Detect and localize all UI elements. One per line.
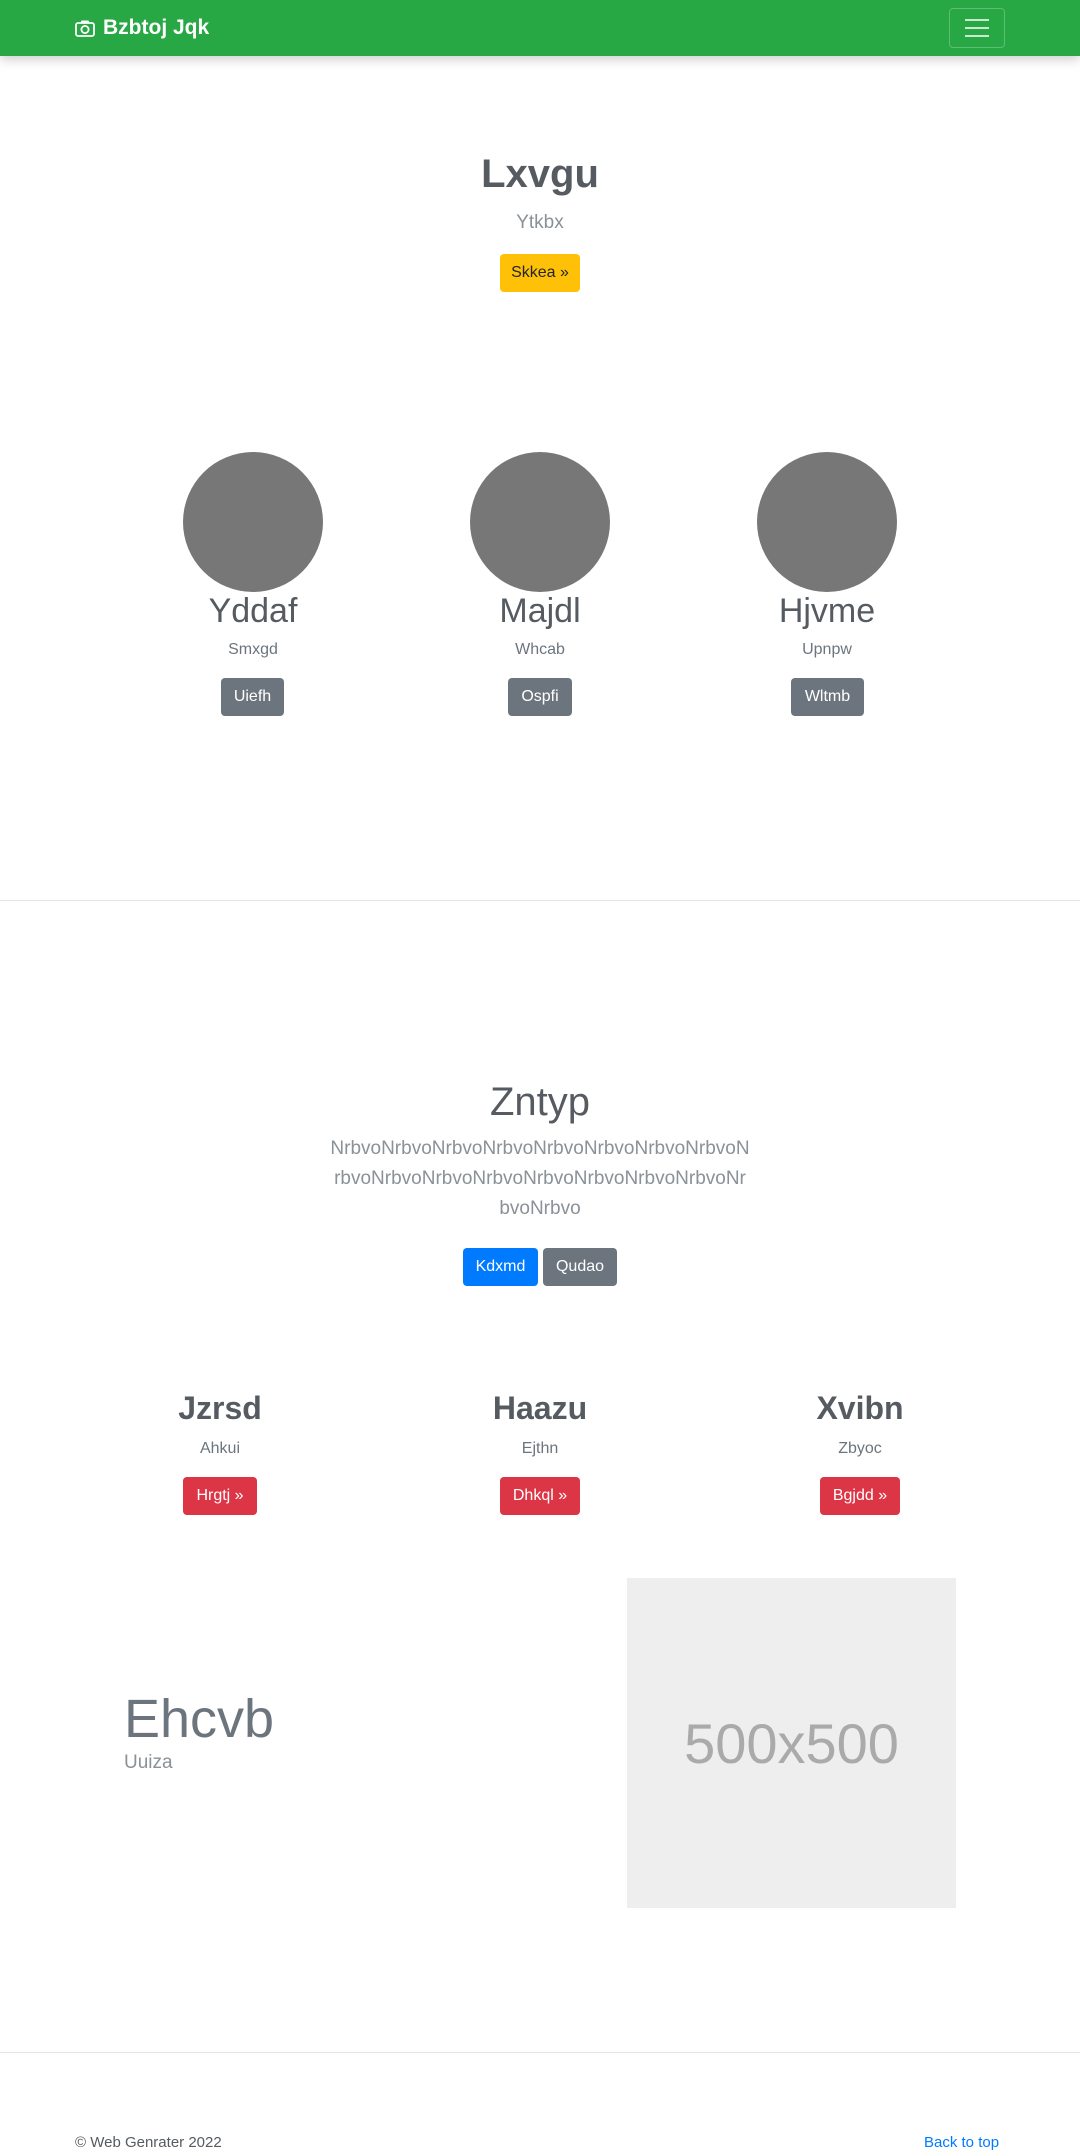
profile-button[interactable]: Ospfi [508,678,572,716]
navbar-toggler-button[interactable] [949,8,1005,48]
profile-avatar [183,452,323,592]
profile-subtitle: Smxgd [228,641,278,658]
column-title: Haazu [492,1390,588,1426]
hero-button[interactable]: Skkea » [500,254,580,292]
column-button[interactable]: Dhkql » [500,1477,580,1515]
placeholder-image: 500x500 [627,1578,956,1908]
placeholder-image-label: 500x500 [684,1711,899,1775]
feature-primary-button[interactable]: Kdxmd [463,1248,538,1286]
profile-subtitle: Upnpw [802,641,852,658]
brand-text: Bzbtoj Jqk [103,16,210,39]
column-subtitle: Ahkui [199,1440,241,1457]
hero-subtitle: Ytkbx [516,212,564,233]
column-title: Xvibn [816,1390,904,1426]
profile-button[interactable]: Wltmb [791,678,864,716]
feature-text: NrbvoNrbvoNrbvoNrbvoNrbvoNrbvoNrbvoNrbvo… [330,1138,750,1219]
profile-button[interactable]: Uiefh [221,678,284,716]
profile-avatar [470,452,610,592]
section-divider [0,900,1080,901]
profile-subtitle: Whcab [515,641,565,658]
navbar: Bzbtoj Jqk [0,0,1080,56]
hamburger-icon [965,19,989,21]
hero-title: Lxvgu [481,152,599,196]
profile-name: Yddaf [208,592,298,630]
feature-title: Zntyp [489,1080,591,1124]
column-subtitle: Ejthn [521,1440,559,1457]
showcase-title: Ehcvb [124,1689,275,1749]
camera-icon [75,20,95,37]
column-subtitle: Zbyoc [838,1440,882,1457]
back-to-top-link[interactable]: Back to top [924,2134,999,2151]
column-button[interactable]: Hrgtj » [183,1477,257,1515]
profile-name: Hjvme [778,592,876,630]
column-title: Jzrsd [178,1390,262,1426]
navbar-brand[interactable]: Bzbtoj Jqk [75,0,209,56]
showcase-subtitle: Uuiza [124,1752,173,1773]
profile-avatar [757,452,897,592]
profile-name: Majdl [499,592,581,630]
footer-copyright: © Web Genrater 2022 [75,2134,222,2151]
column-button[interactable]: Bgjdd » [820,1477,900,1515]
footer-divider [0,2052,1080,2053]
feature-secondary-button[interactable]: Qudao [543,1248,617,1286]
